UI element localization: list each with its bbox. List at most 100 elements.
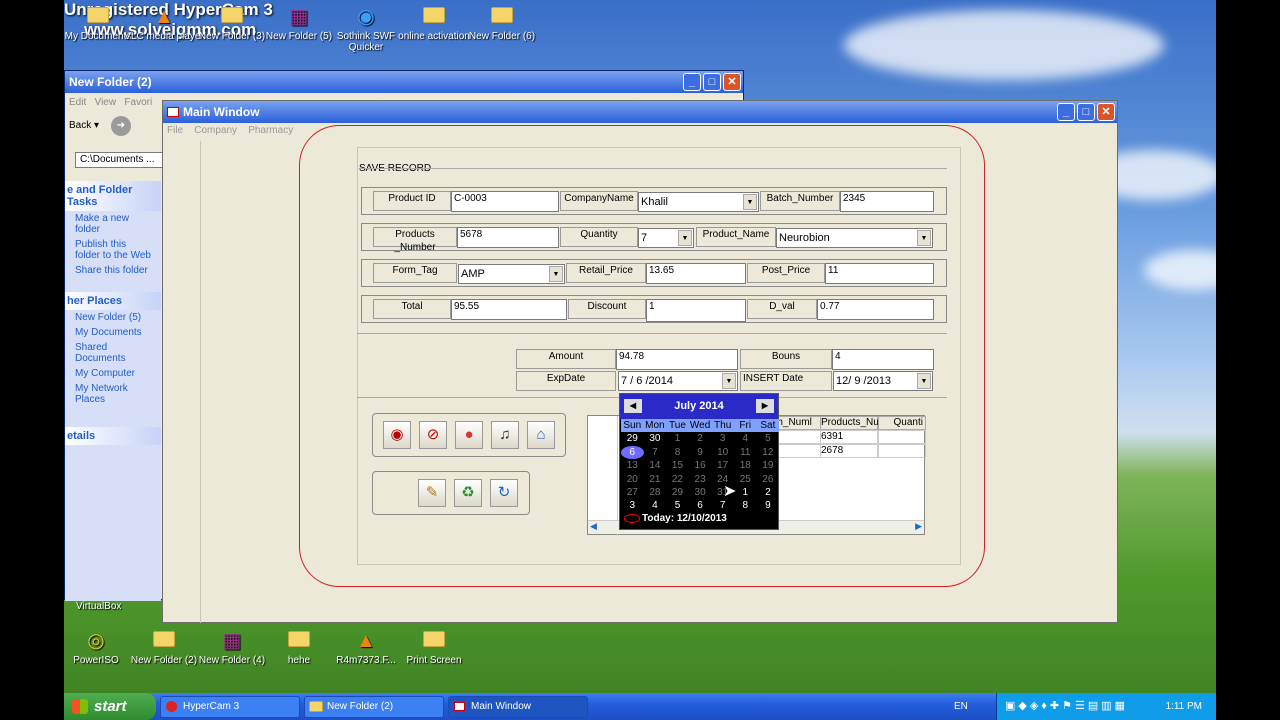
calendar-day[interactable]: 23: [689, 473, 712, 486]
company-name-select[interactable]: Khalil ▼: [638, 192, 759, 212]
menu-company[interactable]: Company: [194, 125, 237, 136]
taskbar-item-main-window[interactable]: Main Window: [448, 696, 588, 718]
calendar-day[interactable]: 2: [689, 432, 712, 445]
chevron-down-icon[interactable]: ▼: [743, 194, 757, 210]
main-titlebar[interactable]: Main Window _ □ ✕: [163, 101, 1117, 123]
grid-cell[interactable]: 2678: [820, 444, 878, 458]
calendar-day[interactable]: 17: [711, 459, 734, 472]
menu-pharmacy[interactable]: Pharmacy: [248, 125, 293, 136]
calendar-day[interactable]: 29: [621, 432, 644, 445]
back-button[interactable]: Back: [69, 120, 91, 131]
calendar-day[interactable]: 5: [666, 499, 689, 512]
scroll-left-icon[interactable]: ◀: [590, 521, 597, 532]
retail-price-field[interactable]: 13.65: [646, 263, 746, 284]
calendar-day[interactable]: 3: [621, 499, 644, 512]
calendar-day[interactable]: 22: [666, 473, 689, 486]
calendar-day[interactable]: 28: [644, 486, 667, 499]
recycle-icon[interactable]: ♻: [454, 479, 482, 507]
close-icon[interactable]: ✕: [1097, 103, 1115, 121]
date-picker-calendar[interactable]: ◀ July 2014 ▶ Sun Mon Tue Wed Thu Fri Sat 29 30 1…: [619, 393, 780, 530]
tray-icons[interactable]: ▣◆◈♦✚⚑☰▤▥▦: [1005, 693, 1128, 720]
maximize-icon[interactable]: □: [1077, 103, 1095, 121]
calendar-day[interactable]: 5: [757, 432, 780, 445]
task-share-folder[interactable]: Share this folder: [65, 263, 161, 278]
desktop-icon-new-folder-6[interactable]: New Folder (6): [460, 6, 544, 42]
calendar-day[interactable]: 7: [711, 499, 734, 512]
taskbar-item-hypercam[interactable]: HyperCam 3: [160, 696, 300, 718]
desktop-label-virtualbox[interactable]: VirtualBox: [76, 601, 121, 612]
details-header[interactable]: etails: [65, 427, 161, 445]
language-indicator[interactable]: EN: [954, 693, 968, 720]
scroll-right-icon[interactable]: ▶: [915, 521, 922, 532]
calendar-month-label[interactable]: July 2014: [674, 400, 724, 412]
amount-field[interactable]: 94.78: [616, 349, 738, 370]
product-id-field[interactable]: C-0003: [451, 191, 559, 212]
batch-number-field[interactable]: 2345: [840, 191, 934, 212]
refresh-icon[interactable]: ↻: [490, 479, 518, 507]
products-number-field[interactable]: 5678: [457, 227, 559, 248]
clock[interactable]: 1:11 PM: [1166, 693, 1203, 720]
calendar-day[interactable]: 15: [666, 459, 689, 472]
grid-cell[interactable]: [878, 444, 926, 458]
calendar-day[interactable]: 1: [666, 432, 689, 445]
calendar-day[interactable]: 13: [621, 459, 644, 472]
chevron-down-icon[interactable]: ▼: [678, 230, 692, 246]
grid-cell[interactable]: [878, 430, 926, 444]
record-icon[interactable]: ◉: [383, 421, 411, 449]
start-button[interactable]: start: [64, 693, 156, 720]
chevron-down-icon[interactable]: ▼: [549, 266, 563, 282]
calendar-day[interactable]: 11: [734, 446, 757, 459]
discount-field[interactable]: 1: [646, 299, 746, 322]
chevron-down-icon[interactable]: ▼: [917, 373, 931, 389]
calendar-day[interactable]: 14: [644, 459, 667, 472]
home-icon[interactable]: ⌂: [527, 421, 555, 449]
quantity-select[interactable]: 7 ▼: [638, 228, 694, 248]
calendar-day[interactable]: 3: [711, 432, 734, 445]
calendar-day[interactable]: 25: [734, 473, 757, 486]
grid-header[interactable]: Quanti: [878, 416, 926, 430]
calendar-day[interactable]: 9: [689, 446, 712, 459]
task-make-folder[interactable]: Make a new folder: [65, 211, 161, 237]
calendar-day[interactable]: 20: [621, 473, 644, 486]
calendar-day[interactable]: 19: [757, 459, 780, 472]
stop-icon[interactable]: ●: [455, 421, 483, 449]
menu-view[interactable]: View: [95, 97, 117, 108]
place-my-computer[interactable]: My Computer: [65, 366, 161, 381]
place-my-documents[interactable]: My Documents: [65, 325, 161, 340]
edit-icon[interactable]: ✎: [418, 479, 446, 507]
product-name-select[interactable]: Neurobion ▼: [776, 228, 933, 248]
calendar-day[interactable]: 26: [757, 473, 780, 486]
calendar-day[interactable]: 9: [757, 499, 780, 512]
taskbar-item-new-folder-2[interactable]: New Folder (2): [304, 696, 444, 718]
calendar-day[interactable]: 4: [644, 499, 667, 512]
task-publish-folder[interactable]: Publish this folder to the Web: [65, 237, 161, 263]
menu-favorites[interactable]: Favori: [124, 97, 152, 108]
place-new-folder-5[interactable]: New Folder (5): [65, 310, 161, 325]
calendar-day[interactable]: 21: [644, 473, 667, 486]
music-icon[interactable]: ♫: [491, 421, 519, 449]
prev-month-icon[interactable]: ◀: [624, 399, 642, 413]
calendar-day[interactable]: 1: [734, 486, 757, 499]
minimize-icon[interactable]: _: [1057, 103, 1075, 121]
calendar-day[interactable]: 12: [757, 446, 780, 459]
tasks-header[interactable]: e and Folder Tasks: [65, 181, 161, 211]
address-field[interactable]: C:\Documents ...: [75, 152, 163, 168]
insert-date-picker[interactable]: 12/ 9 /2013 ▼: [833, 371, 933, 391]
chevron-down-icon[interactable]: ▼: [722, 373, 736, 389]
calendar-day[interactable]: 30: [644, 432, 667, 445]
calendar-day[interactable]: 8: [666, 446, 689, 459]
places-header[interactable]: her Places: [65, 292, 161, 310]
place-shared-documents[interactable]: Shared Documents: [65, 340, 161, 366]
calendar-day[interactable]: 7: [644, 446, 667, 459]
calendar-day[interactable]: 10: [711, 446, 734, 459]
expdate-picker[interactable]: 7 / 6 /2014 ▼: [618, 371, 738, 391]
calendar-day[interactable]: 4: [734, 432, 757, 445]
calendar-day[interactable]: 8: [734, 499, 757, 512]
calendar-day[interactable]: 18: [734, 459, 757, 472]
total-field[interactable]: 95.55: [451, 299, 567, 320]
calendar-day[interactable]: 6: [621, 445, 644, 460]
maximize-icon[interactable]: □: [703, 73, 721, 91]
d-val-field[interactable]: 0.77: [817, 299, 934, 320]
place-network-places[interactable]: My Network Places: [65, 381, 161, 407]
minimize-icon[interactable]: _: [683, 73, 701, 91]
